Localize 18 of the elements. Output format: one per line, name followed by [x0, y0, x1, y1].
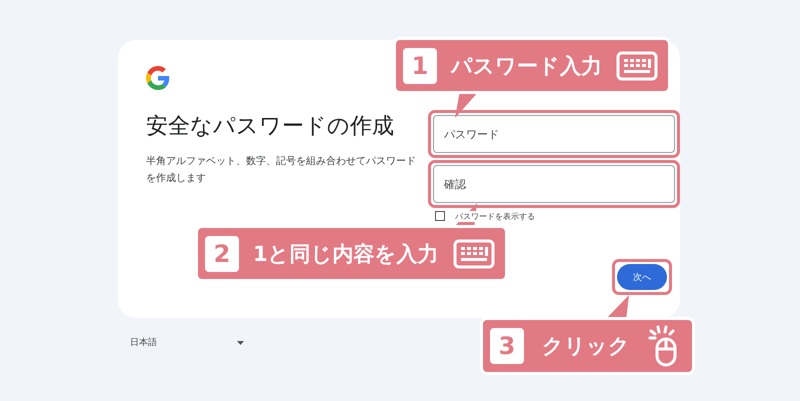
- page-title: 安全なパスワードの作成: [146, 113, 395, 141]
- callout-text: パスワード入力: [451, 52, 602, 80]
- password-field[interactable]: 確認: [433, 165, 675, 203]
- callout-text: 1と同じ内容を入力: [253, 240, 439, 268]
- checkbox[interactable]: [435, 211, 445, 221]
- step-number: 1: [403, 48, 437, 84]
- keyboard-icon: [452, 238, 495, 268]
- caret-icon: [237, 340, 244, 344]
- google-logo-icon: [146, 66, 170, 90]
- page-description: 半角アルファベット、数字、記号を組み合わせてパスワードを作成します: [146, 154, 416, 186]
- password-field[interactable]: パスワード: [433, 115, 675, 153]
- next-button[interactable]: 次へ: [617, 264, 667, 290]
- keyboard-icon: [616, 50, 658, 80]
- callout-text: クリック: [542, 333, 630, 360]
- step-number: 2: [205, 236, 239, 272]
- checkbox-label: パスワードを表示する: [455, 210, 535, 222]
- step-number: 3: [490, 328, 524, 364]
- language-selector[interactable]: 日本語: [130, 336, 244, 349]
